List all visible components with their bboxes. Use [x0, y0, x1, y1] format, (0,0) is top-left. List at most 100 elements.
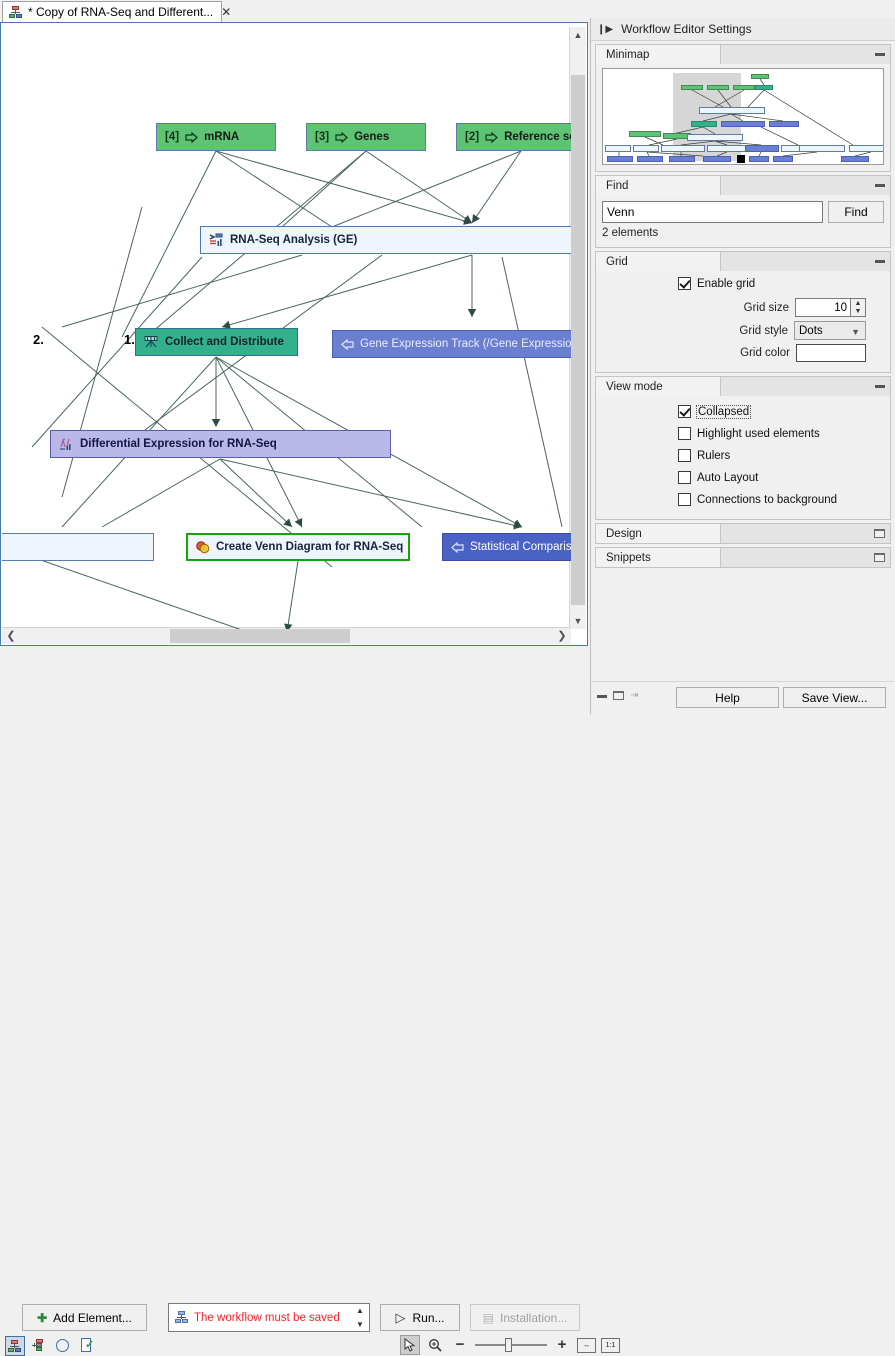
- view-mode-label-3: Auto Layout: [697, 472, 758, 484]
- canvas-horizontal-scrollbar[interactable]: ❮ ❯: [2, 627, 571, 644]
- history-view-icon[interactable]: [53, 1336, 73, 1356]
- expand-arrow-icon[interactable]: ❙▶: [597, 24, 613, 35]
- scroll-up-icon[interactable]: ▲: [571, 27, 585, 43]
- minimize-icon[interactable]: ▬: [875, 256, 885, 266]
- grid-size-label: Grid size: [744, 302, 789, 314]
- add-element-button[interactable]: ✚ Add Element...: [22, 1304, 147, 1331]
- workflow-node-rnaseq[interactable]: RNA-Seq Analysis (GE): [200, 226, 571, 254]
- dock-icon[interactable]: ⇥: [630, 690, 638, 701]
- workflow-view-icon[interactable]: [5, 1336, 25, 1356]
- workflow-node-genes[interactable]: [3]Genes: [306, 123, 426, 151]
- view-mode-checkbox-0[interactable]: [678, 405, 691, 418]
- scroll-left-icon[interactable]: ❮: [3, 629, 19, 643]
- minimap-node-4: [755, 85, 773, 90]
- vertical-scroll-thumb[interactable]: [571, 75, 585, 605]
- workflow-node-collect[interactable]: Collect and Distribute: [135, 328, 298, 356]
- help-button[interactable]: Help: [676, 687, 779, 708]
- find-input[interactable]: [602, 201, 823, 223]
- save-view-button[interactable]: Save View...: [783, 687, 886, 708]
- enable-grid-label: Enable grid: [697, 278, 755, 290]
- minimap-node-3: [733, 85, 755, 90]
- view-mode-checkbox-4[interactable]: [678, 493, 691, 506]
- node-index: [4]: [165, 131, 179, 143]
- minimize-icon[interactable]: ▬: [875, 180, 885, 190]
- view-mode-option-4[interactable]: Connections to background: [678, 493, 884, 506]
- pointer-icon[interactable]: [400, 1335, 420, 1355]
- restore-icon[interactable]: [874, 529, 885, 541]
- minimap-canvas[interactable]: [602, 68, 884, 165]
- validation-view-icon[interactable]: ✓: [77, 1336, 97, 1356]
- tab-title: * Copy of RNA-Seq and Different...: [28, 5, 213, 19]
- view-mode-label-1: Highlight used elements: [697, 428, 820, 440]
- workflow-node-mrna[interactable]: [4]mRNA: [156, 123, 276, 151]
- grid-size-stepper[interactable]: ▲▼: [851, 298, 866, 317]
- minimap-node-2: [707, 85, 729, 90]
- minimap-section-header[interactable]: Minimap ▬: [596, 45, 890, 64]
- enable-grid-row[interactable]: Enable grid: [678, 277, 884, 290]
- zoom-out-minus-icon[interactable]: −: [450, 1335, 470, 1355]
- view-mode-checkbox-3[interactable]: [678, 471, 691, 484]
- workflow-node-venncreate[interactable]: Create Venn Diagram for RNA-Seq: [186, 533, 410, 561]
- grid-section-header[interactable]: Grid ▬: [596, 252, 890, 271]
- run-button[interactable]: ▷ Run...: [380, 1304, 460, 1331]
- minimize-icon[interactable]: ▬: [875, 381, 885, 391]
- view-mode-checkbox-1[interactable]: [678, 427, 691, 440]
- view-mode-option-1[interactable]: Highlight used elements: [678, 427, 884, 440]
- zoom-slider-knob[interactable]: [505, 1338, 512, 1352]
- installation-button: ▤ Installation...: [470, 1304, 580, 1331]
- view-mode-checkbox-2[interactable]: [678, 449, 691, 462]
- restore-icon[interactable]: [613, 691, 624, 700]
- collect-icon: [144, 335, 159, 349]
- workflow-node-refseq[interactable]: [2]Reference sequ: [456, 123, 571, 151]
- find-section-title: Find: [596, 176, 721, 195]
- grid-section-body: Enable grid Grid size 10 ▲▼ Grid style D…: [596, 271, 890, 372]
- view-mode-option-0[interactable]: Collapsed: [678, 405, 884, 418]
- scroll-right-icon[interactable]: ❯: [554, 629, 570, 643]
- find-section-header[interactable]: Find ▬: [596, 176, 890, 195]
- zoom-tools: − + ↔ 1:1: [400, 1335, 620, 1355]
- view-mode-option-2[interactable]: Rulers: [678, 449, 884, 462]
- horizontal-scroll-thumb[interactable]: [170, 629, 350, 643]
- node-label: Genes: [354, 131, 389, 143]
- grid-color-swatch[interactable]: [796, 344, 866, 362]
- zoom-actual-icon[interactable]: 1:1: [601, 1338, 620, 1353]
- find-button[interactable]: Find: [828, 201, 884, 223]
- grid-color-label: Grid color: [740, 347, 790, 359]
- canvas-vertical-scrollbar[interactable]: ▲ ▼: [569, 27, 586, 629]
- minimap-node-27: [841, 156, 869, 162]
- view-mode-section-header[interactable]: View mode ▬: [596, 377, 890, 396]
- venn-icon: [195, 540, 210, 554]
- design-section: Design: [595, 523, 891, 544]
- zoom-in-icon[interactable]: [425, 1335, 445, 1355]
- zoom-slider[interactable]: [475, 1338, 547, 1352]
- minimize-icon[interactable]: ▬: [875, 49, 885, 59]
- zoom-in-plus-icon[interactable]: +: [552, 1335, 572, 1355]
- minimap-node-9: [629, 131, 661, 137]
- workflow-node-getrack[interactable]: Gene Expression Track (/Gene Expression …: [332, 330, 571, 358]
- editor-tab[interactable]: * Copy of RNA-Seq and Different... ✕: [2, 1, 222, 22]
- minimize-icon[interactable]: ▬: [597, 690, 607, 701]
- workflow-node-statcomp[interactable]: Statistical Comparison: [442, 533, 571, 561]
- panel-window-controls: ▬ ⇥: [597, 690, 638, 701]
- view-mode-option-3[interactable]: Auto Layout: [678, 471, 884, 484]
- close-icon[interactable]: ✕: [221, 6, 231, 18]
- workflow-node-diffexp[interactable]: Differential Expression for RNA-Seq: [50, 430, 391, 458]
- editor-bottom-toolbar: ✚ Add Element... The workflow must be sa…: [0, 647, 588, 714]
- grid-style-select[interactable]: Dots ▼: [794, 321, 866, 340]
- settings-panel-footer: ▬ ⇥ Help Save View...: [591, 681, 894, 714]
- workflow-status-field[interactable]: The workflow must be saved ▲▼: [168, 1303, 370, 1332]
- workflow-node-emptynode[interactable]: [2, 533, 154, 561]
- snippets-section-header[interactable]: Snippets: [596, 548, 890, 567]
- grid-size-input[interactable]: 10: [795, 298, 851, 317]
- input-arrow-icon: [335, 132, 348, 143]
- grid-section: Grid ▬ Enable grid Grid size 10 ▲▼ Grid …: [595, 251, 891, 373]
- scroll-down-icon[interactable]: ▼: [571, 613, 585, 629]
- status-stepper[interactable]: ▲▼: [351, 1304, 369, 1331]
- design-section-header[interactable]: Design: [596, 524, 890, 543]
- enable-grid-checkbox[interactable]: [678, 277, 691, 290]
- workflow-canvas[interactable]: [4]mRNA [3]Genes [2]Reference sequ RNA-Seq …: [2, 27, 571, 629]
- fit-width-icon[interactable]: ↔: [577, 1338, 596, 1353]
- element-view-icon[interactable]: [29, 1336, 49, 1356]
- restore-icon[interactable]: [874, 553, 885, 565]
- grid-style-value: Dots: [799, 325, 823, 337]
